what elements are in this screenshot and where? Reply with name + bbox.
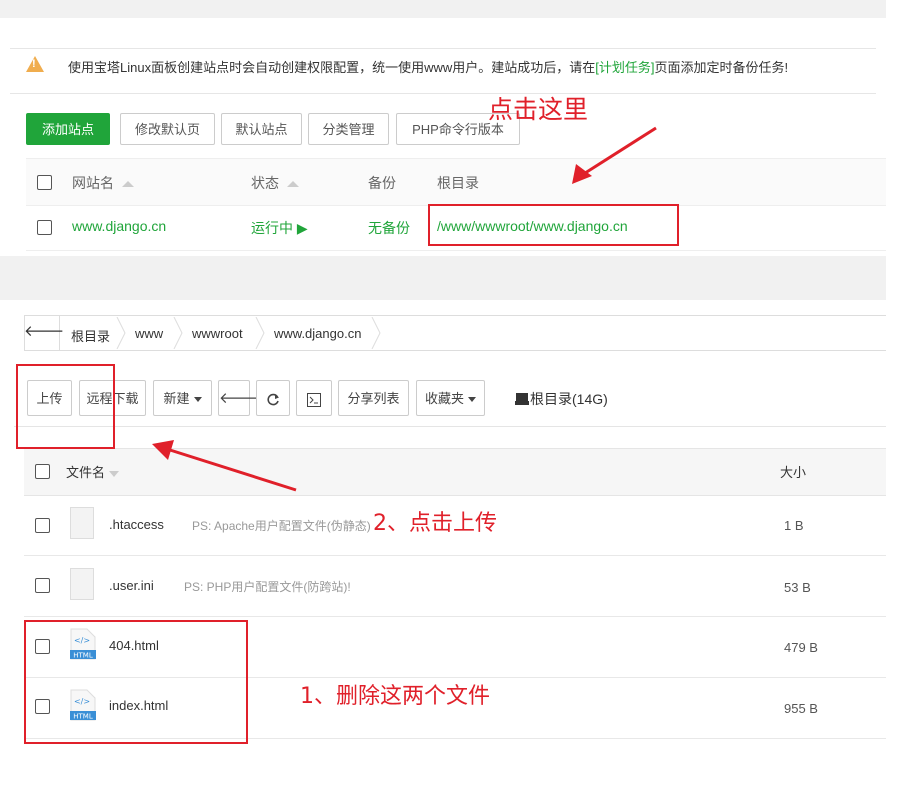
edit-default-page-button[interactable]: 修改默认页 (120, 113, 215, 145)
file-note: PS: PHP用户配置文件(防跨站)! (184, 580, 351, 594)
root-dir-highlight-box (428, 204, 679, 246)
site-row-checkbox[interactable] (37, 220, 52, 235)
arrow-to-upload (152, 440, 297, 492)
notice-text: 使用宝塔Linux面板创建站点时会自动创建权限配置，统一使用www用户。建站成功… (68, 57, 788, 76)
terminal-button[interactable] (296, 380, 332, 416)
site-name-link[interactable]: www.django.cn (72, 218, 166, 234)
breadcrumb-item[interactable]: 根目录 (71, 326, 110, 345)
site-status[interactable]: 运行中 ▶ (251, 218, 308, 238)
upload-highlight-box (16, 364, 115, 449)
favorites-dropdown-button[interactable]: 收藏夹 (416, 380, 485, 416)
file-size: 53 B (784, 580, 811, 595)
separator-gray-band (0, 256, 917, 300)
breadcrumb-item[interactable]: wwwroot (192, 326, 243, 341)
delete-files-annotation: 1、删除这两个文件 (300, 684, 490, 709)
back-arrow-icon[interactable]: 🡐 (24, 315, 64, 351)
notice-text-after: 页面添加定时备份任务! (654, 60, 789, 75)
delete-files-highlight-box (24, 620, 248, 744)
notice-text-before: 使用宝塔Linux面板创建站点时会自动创建权限配置，统一使用www用户。建站成功… (68, 60, 596, 75)
file-name-column-header[interactable]: 文件名 (66, 462, 120, 481)
root-dir-column-header: 根目录 (437, 175, 479, 191)
back-arrow-icon: 🡐 (219, 390, 260, 407)
sort-asc-icon (287, 181, 299, 188)
select-all-files-checkbox[interactable] (35, 464, 50, 479)
chevron-down-icon (468, 397, 476, 403)
back-arrow-button[interactable]: 🡐 (218, 380, 259, 416)
warning-icon (26, 56, 44, 72)
category-manage-button[interactable]: 分类管理 (308, 113, 389, 145)
select-all-sites-checkbox[interactable] (37, 175, 52, 190)
breadcrumb-separator (116, 317, 126, 349)
share-list-button[interactable]: 分享列表 (338, 380, 409, 416)
sort-desc-icon (109, 470, 120, 477)
file-size: 479 B (784, 640, 818, 655)
size-column-header: 大小 (780, 465, 807, 480)
disk-icon (515, 393, 529, 405)
breadcrumb-item[interactable]: www.django.cn (274, 326, 361, 341)
new-dropdown-button[interactable]: 新建 (153, 380, 212, 416)
top-gray-band (0, 0, 917, 18)
refresh-icon (267, 393, 279, 405)
file-row-checkbox[interactable] (35, 578, 50, 593)
breadcrumb-separator (371, 317, 381, 349)
breadcrumb-separator (255, 317, 265, 349)
chevron-down-icon (193, 397, 202, 403)
file-name[interactable]: .user.ini (109, 578, 154, 593)
disk-usage-text: 根目录(14G) (530, 391, 608, 407)
play-icon: ▶ (296, 220, 308, 236)
disk-usage-label: 根目录(14G) (514, 389, 608, 409)
refresh-button[interactable] (256, 380, 290, 416)
default-site-button[interactable]: 默认站点 (221, 113, 302, 145)
breadcrumb-separator (173, 317, 183, 349)
arrow-to-root-dir (572, 126, 657, 184)
terminal-icon (307, 392, 321, 407)
file-row-checkbox[interactable] (35, 518, 50, 533)
sort-asc-icon (122, 181, 134, 188)
site-name-column-header[interactable]: 网站名 (72, 173, 134, 193)
add-site-button[interactable]: 添加站点 (26, 113, 110, 145)
file-size: 955 B (784, 701, 818, 716)
breadcrumb-item[interactable]: www (135, 326, 163, 341)
file-name[interactable]: .htaccess (109, 517, 164, 532)
file-icon (70, 507, 94, 539)
site-backup-link[interactable]: 无备份 (368, 218, 410, 238)
backup-column-header: 备份 (368, 175, 396, 191)
status-column-header[interactable]: 状态 (251, 173, 299, 193)
click-upload-annotation: 2、点击上传 (373, 511, 497, 536)
file-icon (70, 568, 94, 600)
cron-task-link[interactable]: [计划任务] (595, 60, 654, 75)
file-size: 1 B (784, 518, 804, 533)
right-margin (886, 0, 917, 802)
file-note: PS: Apache用户配置文件(伪静态) (192, 519, 371, 533)
